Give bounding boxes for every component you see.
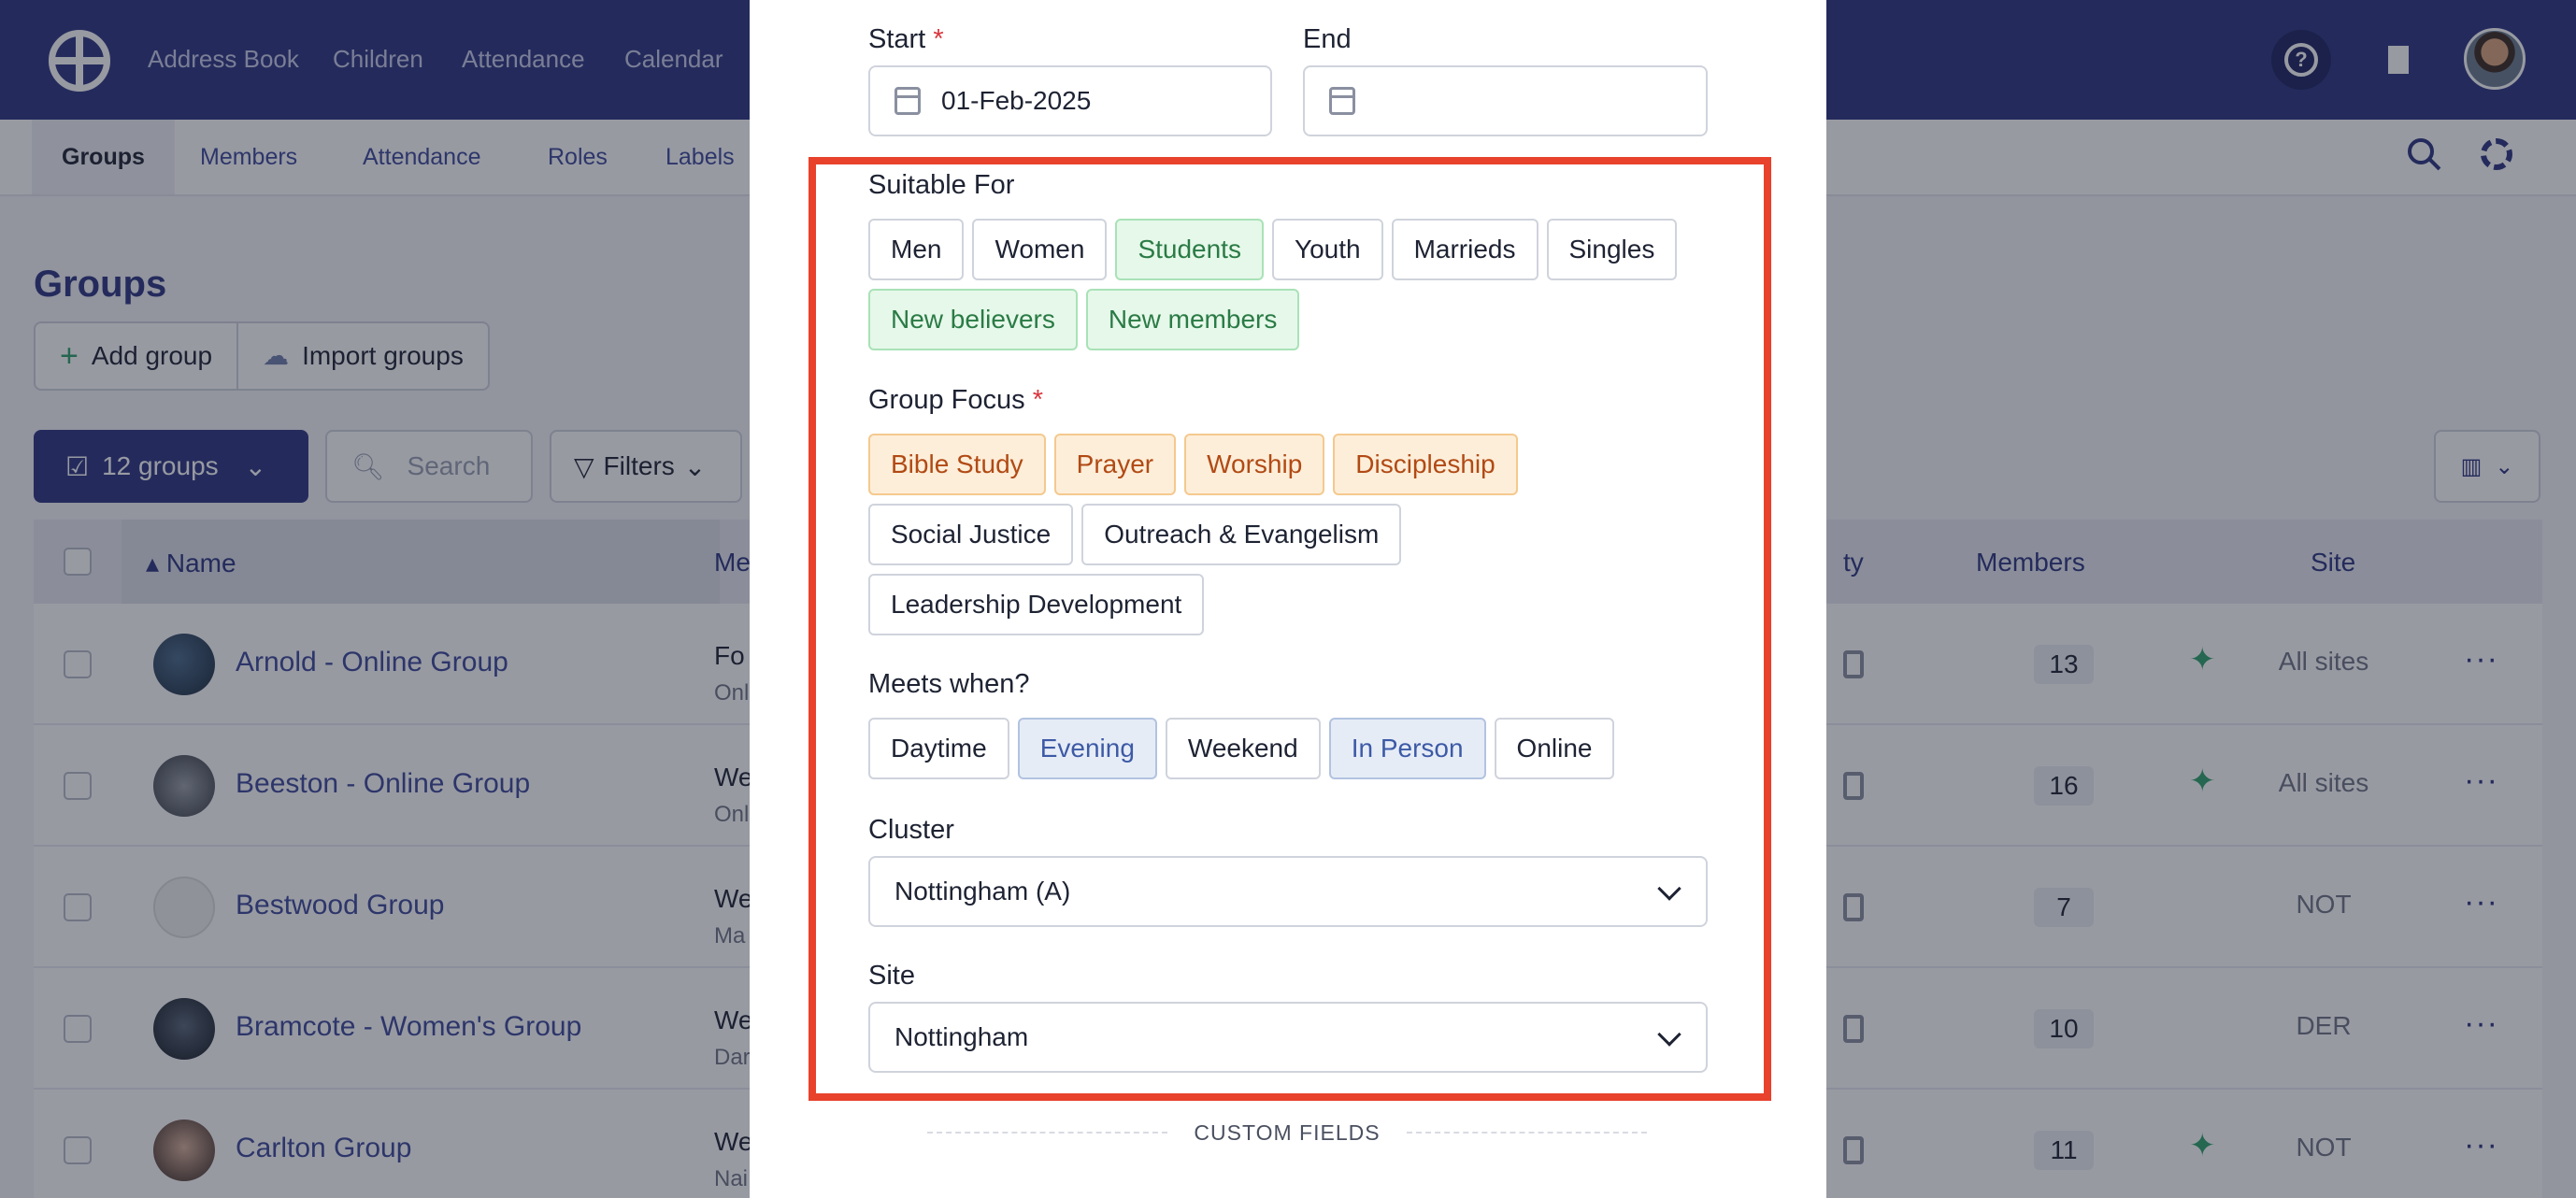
chip-in-person[interactable]: In Person: [1328, 718, 1486, 779]
chip-outreach-evangelism[interactable]: Outreach & Evangelism: [1081, 504, 1402, 565]
start-date-field[interactable]: 01-Feb-2025: [868, 65, 1272, 136]
site-label: Site: [868, 961, 915, 991]
chip-daytime[interactable]: Daytime: [868, 718, 1009, 779]
chip-bible-study[interactable]: Bible Study: [868, 434, 1046, 495]
group-focus-chips-row-3: Leadership Development: [868, 574, 1205, 635]
chip-evening[interactable]: Evening: [1017, 718, 1157, 779]
group-focus-chips-row-2: Social Justice Outreach & Evangelism: [868, 504, 1402, 565]
group-focus-label-text: Group Focus: [868, 385, 1025, 415]
required-marker: *: [1032, 385, 1043, 415]
end-date-field[interactable]: [1303, 65, 1708, 136]
cluster-select[interactable]: Nottingham (A): [868, 856, 1708, 927]
divider-line: [927, 1132, 1168, 1134]
chip-students[interactable]: Students: [1115, 219, 1264, 280]
required-marker: *: [933, 24, 944, 54]
start-date-value: 01-Feb-2025: [941, 86, 1092, 115]
chip-women[interactable]: Women: [972, 219, 1108, 280]
chevron-down-icon: [1657, 877, 1682, 901]
divider-line: [1406, 1132, 1647, 1134]
suitable-for-chips-row-2: New believers New members: [868, 289, 1300, 350]
meets-when-chips: Daytime Evening Weekend In Person Online: [868, 718, 1615, 779]
meets-when-label: Meets when?: [868, 669, 1030, 699]
custom-fields-heading: CUSTOM FIELDS: [1194, 1120, 1381, 1145]
chip-men[interactable]: Men: [868, 219, 965, 280]
chip-marrieds[interactable]: Marrieds: [1391, 219, 1538, 280]
chip-worship[interactable]: Worship: [1184, 434, 1325, 495]
chip-discipleship[interactable]: Discipleship: [1333, 434, 1518, 495]
chip-online[interactable]: Online: [1494, 718, 1615, 779]
chip-prayer[interactable]: Prayer: [1053, 434, 1177, 495]
chip-social-justice[interactable]: Social Justice: [868, 504, 1074, 565]
end-date-label: End: [1303, 24, 1352, 54]
group-focus-chips: Bible Study Prayer Worship Discipleship: [868, 434, 1518, 495]
chip-weekend[interactable]: Weekend: [1165, 718, 1321, 779]
chip-new-believers[interactable]: New believers: [868, 289, 1078, 350]
calendar-icon: [1329, 87, 1355, 115]
chevron-down-icon: [1657, 1022, 1682, 1047]
group-focus-label: Group Focus *: [868, 385, 1043, 416]
site-value: Nottingham: [894, 1022, 1029, 1051]
start-date-label: Start *: [868, 24, 944, 55]
custom-fields-divider: CUSTOM FIELDS: [927, 1118, 1647, 1148]
site-select[interactable]: Nottingham: [868, 1002, 1708, 1073]
start-date-label-text: Start: [868, 24, 926, 54]
calendar-icon: [894, 87, 921, 115]
chip-youth[interactable]: Youth: [1271, 219, 1383, 280]
cluster-value: Nottingham (A): [894, 877, 1071, 906]
suitable-for-chips: Men Women Students Youth Marrieds Single…: [868, 219, 1678, 280]
cluster-label: Cluster: [868, 815, 954, 845]
chip-singles[interactable]: Singles: [1546, 219, 1678, 280]
chip-leadership-development[interactable]: Leadership Development: [868, 574, 1205, 635]
suitable-for-label: Suitable For: [868, 170, 1015, 200]
chip-new-members[interactable]: New members: [1085, 289, 1300, 350]
